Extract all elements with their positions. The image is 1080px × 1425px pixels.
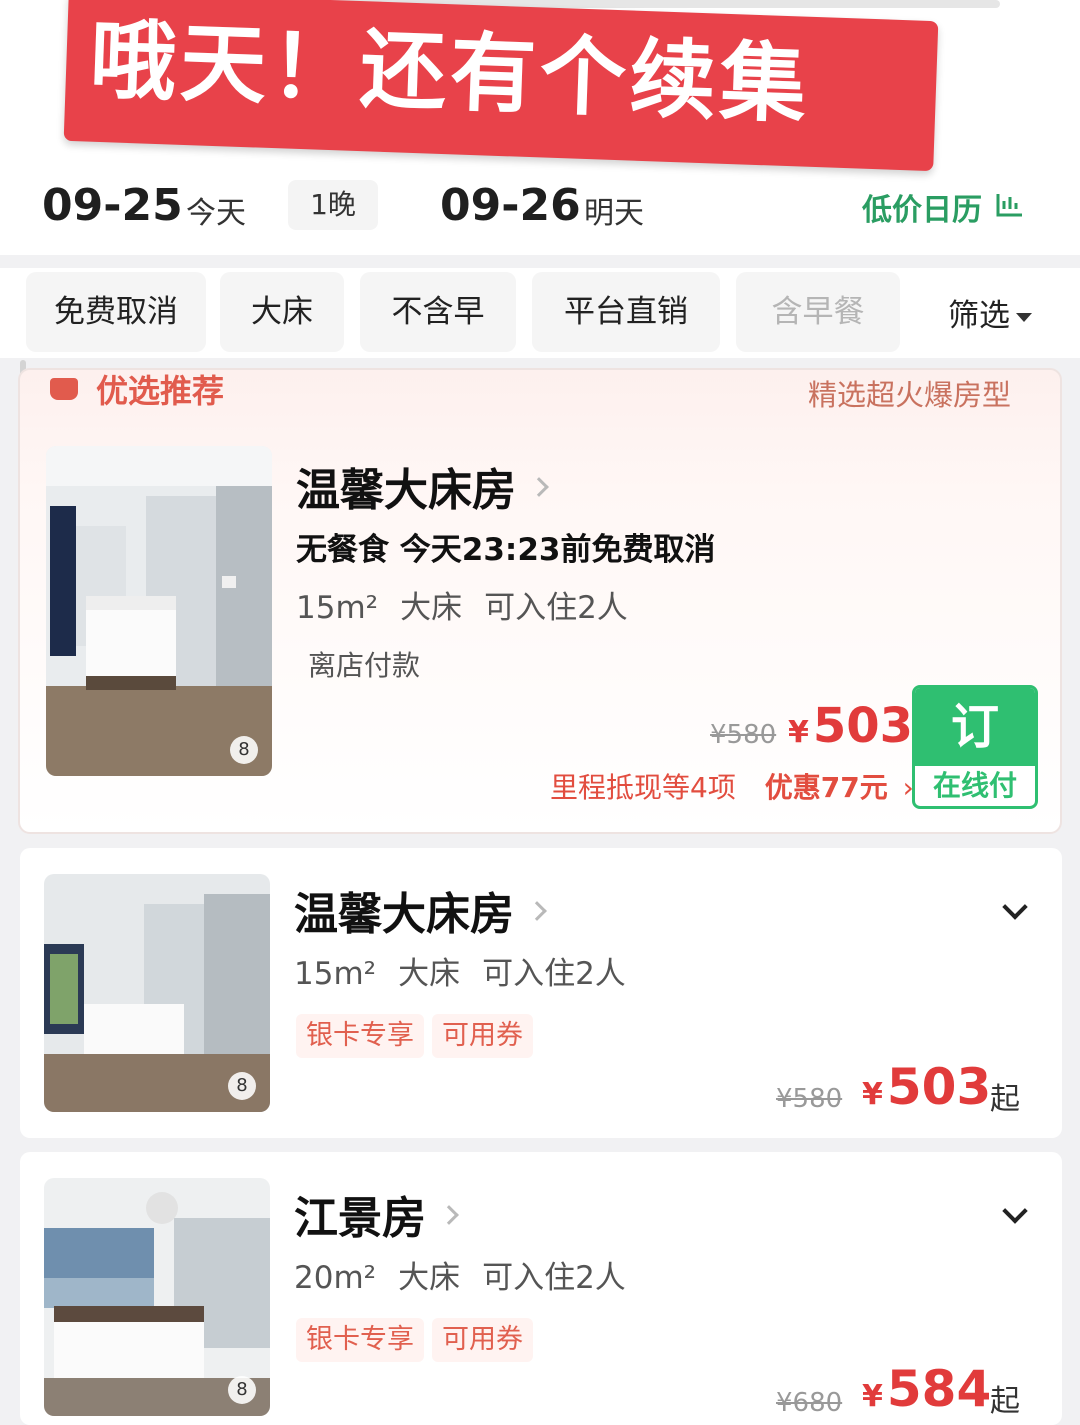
room-bed: 大床: [398, 1260, 461, 1296]
chevron-right-icon: [527, 901, 547, 921]
price-from-label: 起: [990, 1384, 1020, 1419]
checkout-label: 明天: [584, 196, 644, 231]
price-value: 584: [886, 1360, 992, 1418]
chevron-down-icon[interactable]: [1002, 1198, 1028, 1224]
nights-count: 1晚: [288, 180, 378, 230]
checkin-date[interactable]: 09-25: [42, 180, 183, 231]
filter-bar: 免费取消 大床 不含早 平台直销 含早餐 筛选: [0, 268, 1080, 358]
original-price: ¥580: [710, 720, 777, 750]
featured-subheader: 精选超火爆房型: [808, 378, 1012, 412]
room-photo[interactable]: 8: [44, 1178, 270, 1416]
room-size: 20m²: [294, 1260, 377, 1296]
featured-header: 优选推荐: [96, 372, 225, 410]
recommend-badge-icon: [50, 378, 78, 400]
caret-down-icon: [1016, 313, 1032, 322]
original-price: ¥680: [776, 1388, 843, 1418]
current-price: ¥503: [788, 698, 913, 754]
date-selector[interactable]: 09-25 今天 1晚 09-26 明天 低价日历: [0, 170, 1080, 240]
filter-chip-big-bed[interactable]: 大床: [220, 272, 344, 352]
photo-count-badge: 8: [228, 1376, 256, 1404]
filter-chip-no-breakfast[interactable]: 不含早: [360, 272, 516, 352]
tag-silver-card: 银卡专享: [296, 1014, 424, 1058]
room-title[interactable]: 江景房: [294, 1182, 459, 1246]
book-button-label: 订: [915, 688, 1035, 766]
filter-chip-breakfast[interactable]: 含早餐: [736, 272, 900, 352]
featured-room-card[interactable]: 优选推荐 精选超火爆房型 8 温馨大床房 无餐食 今天23:23前免费取消 15…: [18, 368, 1062, 834]
room-title[interactable]: 温馨大床房: [296, 454, 549, 518]
tag-silver-card: 银卡专享: [296, 1318, 424, 1362]
tag-coupon: 可用券: [432, 1318, 533, 1362]
checkin-label: 今天: [186, 196, 246, 231]
photo-count-badge: 8: [230, 736, 258, 764]
room-photo-image: [46, 446, 272, 776]
room-specs: 15m² 大床 可入住2人: [294, 948, 648, 993]
room-size: 15m²: [296, 590, 379, 626]
room-card[interactable]: 8 温馨大床房 15m² 大床 可入住2人 银卡专享 可用券 ¥580 ¥503 起: [20, 848, 1062, 1138]
book-button-sublabel: 在线付: [932, 769, 1017, 802]
room-title-text: 江景房: [294, 1193, 426, 1244]
tag-coupon: 可用券: [432, 1014, 533, 1058]
chevron-down-icon[interactable]: [1002, 894, 1028, 920]
current-price: ¥584: [862, 1360, 991, 1418]
room-card[interactable]: 8 江景房 20m² 大床 可入住2人 银卡专享 可用券 ¥680 ¥584 起: [20, 1152, 1062, 1425]
checkout-date[interactable]: 09-26: [440, 180, 581, 231]
room-title-text: 温馨大床房: [294, 889, 514, 940]
room-size: 15m²: [294, 956, 377, 992]
room-specs: 20m² 大床 可入住2人: [294, 1252, 648, 1297]
current-price: ¥503: [862, 1058, 991, 1116]
photo-count-badge: 8: [228, 1072, 256, 1100]
room-capacity: 可入住2人: [482, 956, 626, 992]
room-title[interactable]: 温馨大床房: [294, 878, 547, 942]
price-value: 503: [886, 1058, 992, 1116]
original-price: ¥580: [776, 1084, 843, 1114]
promo-items: 里程抵现等4项: [550, 771, 736, 804]
currency-symbol: ¥: [862, 1379, 883, 1414]
room-capacity: 可入住2人: [482, 1260, 626, 1296]
chevron-right-icon: [529, 477, 549, 497]
room-photo[interactable]: 8: [46, 446, 272, 776]
chevron-right-icon: [439, 1205, 459, 1225]
room-capacity: 可入住2人: [484, 590, 628, 626]
filter-button-label: 筛选: [948, 298, 1010, 334]
meal-cancel-policy: 无餐食 今天23:23前免费取消: [296, 532, 716, 568]
low-price-calendar-link[interactable]: 低价日历: [862, 185, 982, 229]
filter-chip-free-cancel[interactable]: 免费取消: [26, 272, 206, 352]
room-bed: 大床: [398, 956, 461, 992]
price-value: 503: [812, 698, 914, 754]
header-area: 哦天！还有个续集 09-25 今天 1晚 09-26 明天 低价日历: [0, 0, 1080, 255]
currency-symbol: ¥: [862, 1077, 883, 1112]
currency-symbol: ¥: [788, 715, 809, 750]
trend-icon[interactable]: [995, 188, 1025, 218]
room-bed: 大床: [400, 590, 463, 626]
filter-chip-direct-sale[interactable]: 平台直销: [532, 272, 720, 352]
room-specs: 15m² 大床 可入住2人: [296, 582, 650, 627]
book-button[interactable]: 订 在线付: [912, 685, 1038, 809]
room-title-text: 温馨大床房: [296, 465, 516, 516]
price-from-label: 起: [990, 1082, 1020, 1117]
promo-info[interactable]: 里程抵现等4项 优惠77元 ›: [550, 766, 914, 806]
promo-discount: 优惠77元: [764, 771, 888, 804]
filter-button[interactable]: 筛选: [948, 290, 1032, 335]
payment-note: 离店付款: [308, 649, 421, 682]
room-photo[interactable]: 8: [44, 874, 270, 1112]
